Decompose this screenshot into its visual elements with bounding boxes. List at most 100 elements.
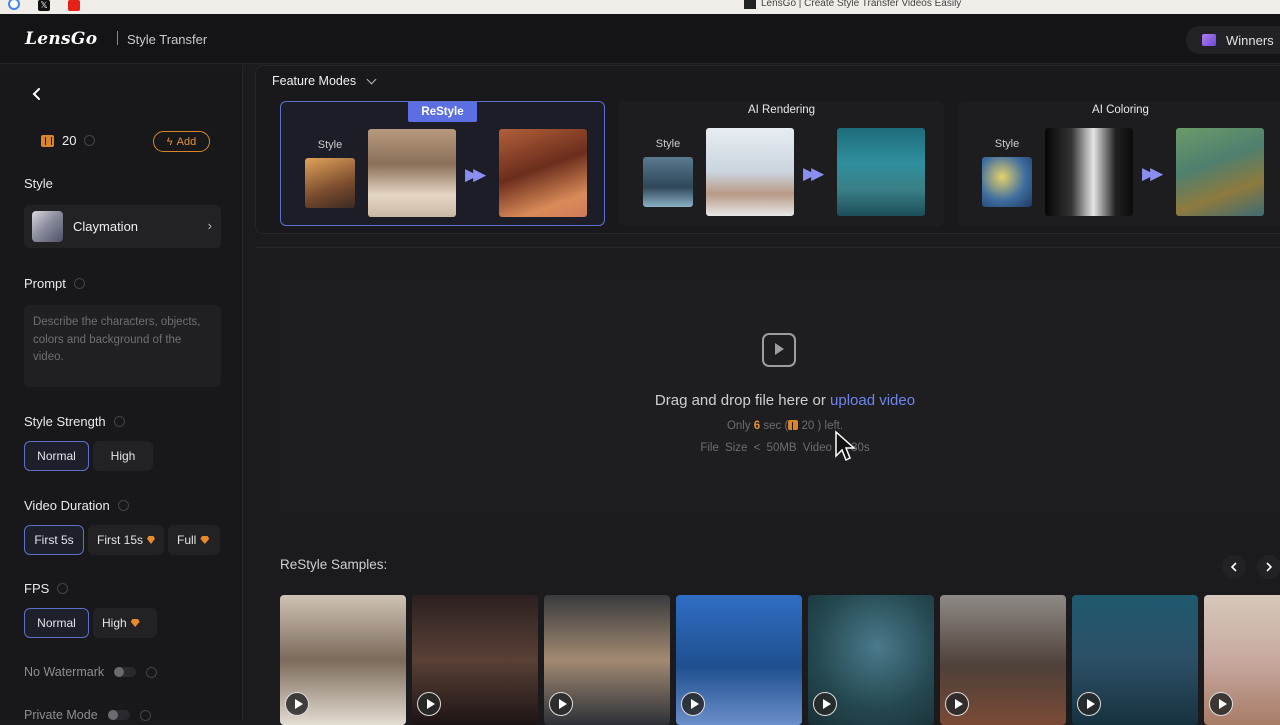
sample-video[interactable] <box>676 595 802 725</box>
play-icon[interactable] <box>285 692 309 716</box>
sample-video[interactable] <box>412 595 538 725</box>
play-icon[interactable] <box>1077 692 1101 716</box>
samples-carousel <box>280 595 1280 725</box>
help-icon[interactable] <box>146 666 158 678</box>
settings-sidebar: 20 ϟ Add Style Claymation › Prompt Descr… <box>0 65 243 722</box>
sample-video[interactable] <box>1204 595 1280 725</box>
style-selector[interactable]: Claymation › <box>24 205 221 248</box>
mode-title: AI Coloring <box>1092 104 1149 116</box>
duration-first15s-label: First 15s <box>97 533 144 547</box>
help-icon[interactable] <box>139 709 151 721</box>
google-icon[interactable] <box>8 0 20 10</box>
browser-bar: 𝕏 LensGo | Create Style Transfer Videos … <box>0 0 1280 14</box>
duration-first15s-button[interactable]: First 15s <box>88 525 164 555</box>
duration-full-button[interactable]: Full <box>168 525 220 555</box>
x-icon[interactable]: 𝕏 <box>38 0 50 11</box>
samples-prev-button[interactable] <box>1222 555 1246 579</box>
header-divider <box>117 31 118 45</box>
fps-high-label: High <box>102 616 127 630</box>
credits-count: 20 <box>62 133 77 148</box>
strength-normal-button[interactable]: Normal <box>24 441 89 471</box>
mode-card-ai-rendering[interactable]: AI Rendering Style ▶▶ <box>619 101 944 226</box>
play-icon[interactable] <box>813 692 837 716</box>
strength-high-button[interactable]: High <box>93 441 153 471</box>
video-duration-label: Video Duration <box>24 498 129 513</box>
no-watermark-toggle[interactable] <box>114 667 137 677</box>
help-icon[interactable] <box>113 416 125 427</box>
credit-icon <box>788 420 800 430</box>
style-reference-image <box>982 157 1032 207</box>
tab-favicon-icon <box>744 0 756 9</box>
help-icon[interactable] <box>57 583 69 594</box>
browser-tab-title[interactable]: LensGo | Create Style Transfer Videos Ea… <box>744 0 961 9</box>
play-icon[interactable] <box>1209 692 1233 716</box>
upload-video-link[interactable]: upload video <box>830 392 915 409</box>
prompt-input[interactable]: Describe the characters, objects, colors… <box>24 305 221 387</box>
back-button[interactable] <box>22 79 52 109</box>
mouse-cursor-icon <box>835 430 856 462</box>
feature-modes-panel: Feature Modes ReStyle Style ▶▶ AI Render… <box>255 65 1280 234</box>
play-icon[interactable] <box>549 692 573 716</box>
style-reference-image <box>305 158 355 208</box>
upload-instruction: Drag and drop file here or upload video <box>280 392 1280 409</box>
add-credits-button[interactable]: ϟ Add <box>153 131 210 152</box>
feature-modes-toggle[interactable]: Feature Modes <box>272 74 377 88</box>
youtube-icon[interactable] <box>68 0 80 11</box>
fps-label: FPS <box>24 581 69 596</box>
drag-drop-text: Drag and drop file here or <box>654 392 831 409</box>
sample-video[interactable] <box>544 595 670 725</box>
sample-video[interactable] <box>808 595 934 725</box>
upload-dropzone[interactable]: Drag and drop file here or upload video … <box>280 280 1280 512</box>
credits-balance: 20 <box>41 133 96 148</box>
fps-normal-button[interactable]: Normal <box>24 608 89 638</box>
style-caption: Style <box>655 138 681 150</box>
style-reference-image <box>643 157 693 207</box>
output-frame-image <box>499 129 587 217</box>
main-content: Feature Modes ReStyle Style ▶▶ AI Render… <box>243 65 1280 725</box>
input-frame-image <box>706 128 794 216</box>
video-upload-icon <box>762 333 796 367</box>
mode-title: AI Rendering <box>747 104 816 116</box>
samples-next-button[interactable] <box>1257 555 1280 579</box>
lightning-icon: ϟ <box>166 135 173 148</box>
duration-first5s-button[interactable]: First 5s <box>24 525 84 555</box>
help-icon[interactable] <box>73 278 85 289</box>
play-icon[interactable] <box>417 692 441 716</box>
play-icon[interactable] <box>681 692 705 716</box>
sample-video[interactable] <box>940 595 1066 725</box>
help-icon[interactable] <box>84 135 96 146</box>
output-frame-image <box>837 128 925 216</box>
private-mode-toggle[interactable] <box>107 710 130 720</box>
play-icon[interactable] <box>945 692 969 716</box>
chevron-down-icon <box>366 74 377 84</box>
double-arrow-icon: ▶▶ <box>1142 164 1163 183</box>
double-arrow-icon: ▶▶ <box>803 164 824 183</box>
help-icon[interactable] <box>117 500 129 511</box>
sample-video[interactable] <box>1072 595 1198 725</box>
credits-remaining-text: Only 6 sec ( 20 ) left. <box>726 420 844 432</box>
upload-limits-text: File Size < 50MB Video < 30s <box>700 442 870 454</box>
premium-gem-icon <box>147 536 155 544</box>
style-label: Style <box>24 176 53 191</box>
no-watermark-row: No Watermark <box>24 665 158 679</box>
winners-label: Winners <box>1226 32 1274 48</box>
fps-options: Normal High <box>24 608 157 638</box>
tab-title-text: LensGo | Create Style Transfer Videos Ea… <box>761 0 962 9</box>
style-value: Claymation <box>73 219 139 234</box>
feature-modes-label: Feature Modes <box>272 74 357 88</box>
fps-high-button[interactable]: High <box>93 608 157 638</box>
prompt-label: Prompt <box>24 276 85 291</box>
output-frame-image <box>1176 128 1264 216</box>
chevron-left-icon <box>32 88 40 100</box>
double-arrow-icon: ▶▶ <box>465 165 486 184</box>
credit-icon <box>41 134 54 147</box>
input-frame-image <box>368 129 456 217</box>
winners-button[interactable]: Winners <box>1186 26 1280 54</box>
mode-card-ai-coloring[interactable]: AI Coloring Style ▶▶ <box>958 101 1280 226</box>
divider <box>255 247 1280 248</box>
mode-card-restyle[interactable]: ReStyle Style ▶▶ <box>280 101 605 226</box>
logo[interactable]: LensGo <box>25 29 97 49</box>
style-caption: Style <box>317 139 343 151</box>
sample-video[interactable] <box>280 595 406 725</box>
mode-title: ReStyle <box>408 102 477 122</box>
